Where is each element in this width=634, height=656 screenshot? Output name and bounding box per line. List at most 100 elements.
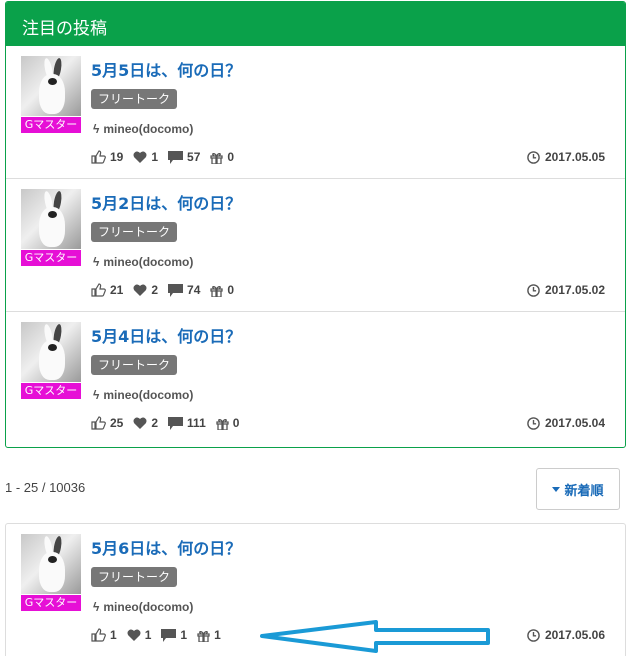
post-title-link[interactable]: 5月4日は、何の日？ xyxy=(91,323,241,347)
bolt-icon: ϟ xyxy=(93,255,100,269)
likes-count: 25 xyxy=(110,416,124,430)
hearts-count: 1 xyxy=(151,150,159,164)
carrier-text: mineo(docomo) xyxy=(103,122,194,136)
comment-icon xyxy=(168,283,184,297)
post-title-link[interactable]: 5月2日は、何の日？ xyxy=(91,190,241,214)
gift-icon xyxy=(210,285,224,297)
bolt-icon: ϟ xyxy=(93,600,100,614)
rank-badge: Gマスター xyxy=(21,595,81,611)
hearts-count: 2 xyxy=(151,283,159,297)
gift-icon xyxy=(210,152,224,164)
carrier-label: ϟ mineo(docomo) xyxy=(93,388,193,402)
clock-icon xyxy=(527,283,540,297)
avatar[interactable] xyxy=(21,56,81,116)
date-text: 2017.05.02 xyxy=(544,283,605,297)
hearts-count: 1 xyxy=(144,628,152,642)
likes-count: 21 xyxy=(110,283,124,297)
hearts-stat[interactable]: 1 xyxy=(133,150,158,164)
gift-icon xyxy=(216,418,229,430)
heart-icon xyxy=(133,417,147,429)
hearts-count: 2 xyxy=(151,416,159,430)
gift-icon xyxy=(197,630,210,642)
thumbs-up-icon xyxy=(91,283,106,297)
likes-stat[interactable]: 1 xyxy=(91,628,117,642)
bolt-icon: ϟ xyxy=(93,388,100,402)
clock-icon xyxy=(527,150,540,164)
thumbs-up-icon xyxy=(91,150,106,164)
post-stats: 1 1 1 1 xyxy=(91,628,231,642)
comment-icon xyxy=(168,416,184,430)
comments-stat[interactable]: 111 xyxy=(168,416,206,430)
comments-count: 57 xyxy=(187,150,201,164)
date-text: 2017.05.05 xyxy=(544,150,605,164)
post-title-link[interactable]: 5月6日は、何の日？ xyxy=(91,535,241,559)
gifts-stat[interactable]: 0 xyxy=(216,416,240,430)
hearts-stat[interactable]: 2 xyxy=(133,416,158,430)
date-text: 2017.05.06 xyxy=(544,628,605,642)
post-title-link[interactable]: 5月5日は、何の日？ xyxy=(91,57,241,81)
gifts-stat[interactable]: 0 xyxy=(210,283,234,297)
post-stats: 25 2 111 0 xyxy=(91,416,249,430)
featured-post[interactable]: Gマスター 5月5日は、何の日？ フリートーク ϟ mineo(docomo) 1… xyxy=(6,46,625,179)
gifts-count: 0 xyxy=(227,150,235,164)
post-stats: 21 2 74 0 xyxy=(91,283,244,297)
post-date: 2017.05.02 xyxy=(527,283,605,297)
heart-icon xyxy=(133,151,147,163)
featured-posts-panel: 注目の投稿 Gマスター 5月5日は、何の日？ フリートーク ϟ mineo(doc… xyxy=(5,1,626,448)
gifts-stat[interactable]: 0 xyxy=(210,150,234,164)
comment-icon xyxy=(161,628,177,642)
heart-icon xyxy=(133,284,147,296)
clock-icon xyxy=(527,628,540,642)
carrier-text: mineo(docomo) xyxy=(103,600,194,614)
comments-stat[interactable]: 57 xyxy=(168,150,200,164)
post-date: 2017.05.06 xyxy=(527,628,605,642)
rank-badge: Gマスター xyxy=(21,250,81,266)
hearts-stat[interactable]: 2 xyxy=(133,283,158,297)
featured-header: 注目の投稿 xyxy=(6,2,625,46)
gifts-count: 0 xyxy=(227,283,235,297)
avatar[interactable] xyxy=(21,189,81,249)
likes-stat[interactable]: 25 xyxy=(91,416,123,430)
comments-stat[interactable]: 74 xyxy=(168,283,200,297)
gifts-count: 0 xyxy=(232,416,240,430)
thumbs-up-icon xyxy=(91,628,106,642)
annotation-arrow xyxy=(260,620,490,653)
gifts-stat[interactable]: 1 xyxy=(197,628,221,642)
category-tag[interactable]: フリートーク xyxy=(91,89,178,109)
bolt-icon: ϟ xyxy=(93,122,100,136)
sort-order-label: 新着順 xyxy=(564,483,604,499)
comments-count: 74 xyxy=(187,283,201,297)
pagination-info: 1 - 25 / 10036 xyxy=(5,480,86,495)
rank-badge: Gマスター xyxy=(21,117,81,133)
carrier-label: ϟ mineo(docomo) xyxy=(93,255,193,269)
rank-badge: Gマスター xyxy=(21,383,81,399)
likes-count: 19 xyxy=(110,150,124,164)
comment-icon xyxy=(168,150,184,164)
category-tag[interactable]: フリートーク xyxy=(91,355,178,375)
likes-count: 1 xyxy=(110,628,117,642)
carrier-label: ϟ mineo(docomo) xyxy=(93,600,193,614)
featured-post[interactable]: Gマスター 5月4日は、何の日？ フリートーク ϟ mineo(docomo) 2… xyxy=(6,312,625,445)
carrier-text: mineo(docomo) xyxy=(103,388,194,402)
category-tag[interactable]: フリートーク xyxy=(91,567,178,587)
likes-stat[interactable]: 21 xyxy=(91,283,123,297)
date-text: 2017.05.04 xyxy=(544,416,605,430)
post-date: 2017.05.05 xyxy=(527,150,605,164)
heart-icon xyxy=(127,629,141,641)
likes-stat[interactable]: 19 xyxy=(91,150,123,164)
caret-down-icon xyxy=(552,486,561,492)
featured-post[interactable]: Gマスター 5月2日は、何の日？ フリートーク ϟ mineo(docomo) 2… xyxy=(6,179,625,312)
category-tag[interactable]: フリートーク xyxy=(91,222,178,242)
post-date: 2017.05.04 xyxy=(527,416,605,430)
comments-stat[interactable]: 1 xyxy=(161,628,187,642)
clock-icon xyxy=(527,416,540,430)
thumbs-up-icon xyxy=(91,416,106,430)
comments-count: 111 xyxy=(187,416,206,430)
carrier-label: ϟ mineo(docomo) xyxy=(93,122,193,136)
post-stats: 19 1 57 0 xyxy=(91,150,244,164)
comments-count: 1 xyxy=(180,628,188,642)
avatar[interactable] xyxy=(21,534,81,594)
avatar[interactable] xyxy=(21,322,81,382)
hearts-stat[interactable]: 1 xyxy=(127,628,152,642)
sort-order-button[interactable]: 新着順 xyxy=(536,468,620,510)
